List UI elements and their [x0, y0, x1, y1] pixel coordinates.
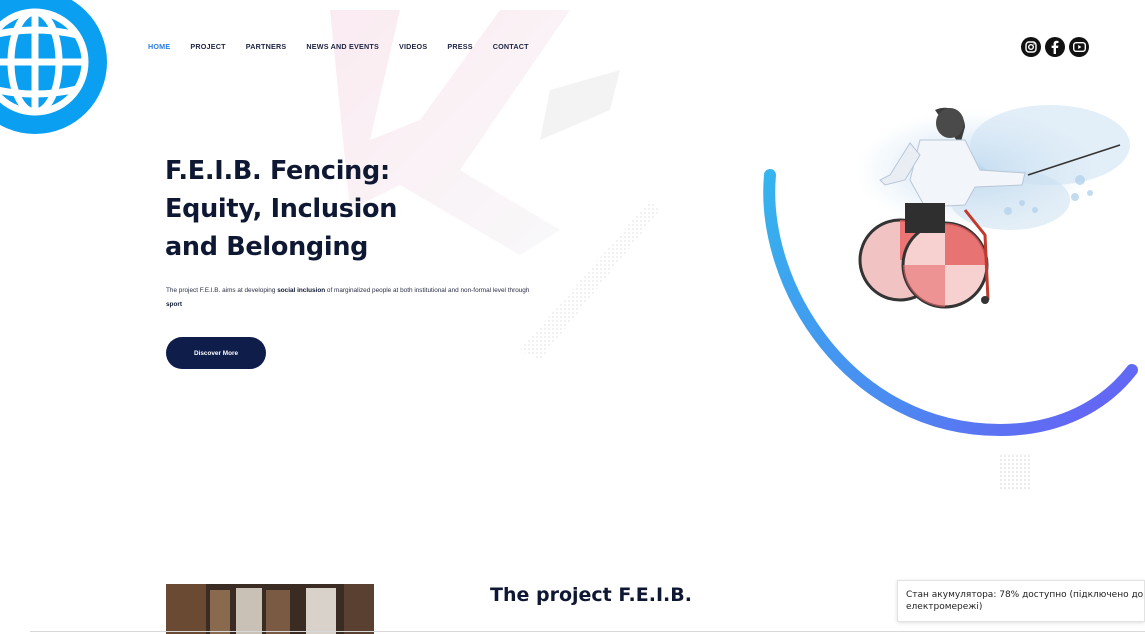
hero-description: The project F.E.I.B. aims at developing …	[166, 284, 536, 312]
nav-press[interactable]: PRESS	[447, 42, 472, 51]
battery-tooltip-line-2: електромережі)	[906, 602, 983, 612]
project-photo	[166, 584, 374, 634]
nav-home[interactable]: HOME	[148, 42, 170, 51]
social-links	[1021, 37, 1089, 57]
hero-title-line-2: Equity, Inclusion	[165, 194, 398, 224]
wheelchair-fencer-illustration	[763, 105, 1138, 437]
background-dot-pattern	[520, 200, 660, 360]
main-nav: HOME PROJECT PARTNERS NEWS AND EVENTS VI…	[148, 42, 549, 51]
hero-desc-part-2: of marginalized people at both instituti…	[325, 287, 530, 295]
divider	[30, 631, 1145, 632]
hero-desc-bold-2: sport	[166, 301, 182, 309]
globe-logo-icon[interactable]	[0, 0, 110, 160]
project-section-title: The project F.E.I.B.	[490, 584, 692, 606]
youtube-icon[interactable]	[1069, 37, 1089, 57]
background-dot-pattern-small	[1000, 455, 1030, 491]
nav-partners[interactable]: PARTNERS	[246, 42, 287, 51]
facebook-icon[interactable]	[1045, 37, 1065, 57]
hero-title-line-1: F.E.I.B. Fencing:	[165, 156, 390, 186]
instagram-icon[interactable]	[1021, 37, 1041, 57]
hero-desc-part-1: The project F.E.I.B. aims at developing	[166, 287, 278, 295]
hero-title: F.E.I.B. Fencing: Equity, Inclusion and …	[165, 152, 397, 266]
discover-more-button[interactable]: Discover More	[166, 337, 266, 369]
nav-videos[interactable]: VIDEOS	[399, 42, 427, 51]
battery-status-tooltip: Стан акумулятора: 78% доступно (підключе…	[897, 580, 1145, 622]
hero-desc-bold-1: social inclusion	[277, 287, 326, 295]
hero-title-line-3: and Belonging	[165, 232, 369, 262]
nav-project[interactable]: PROJECT	[190, 42, 225, 51]
battery-tooltip-line-1: Стан акумулятора: 78% доступно (підключе…	[906, 590, 1144, 600]
nav-contact[interactable]: CONTACT	[493, 42, 529, 51]
nav-news-and-events[interactable]: NEWS AND EVENTS	[306, 42, 379, 51]
